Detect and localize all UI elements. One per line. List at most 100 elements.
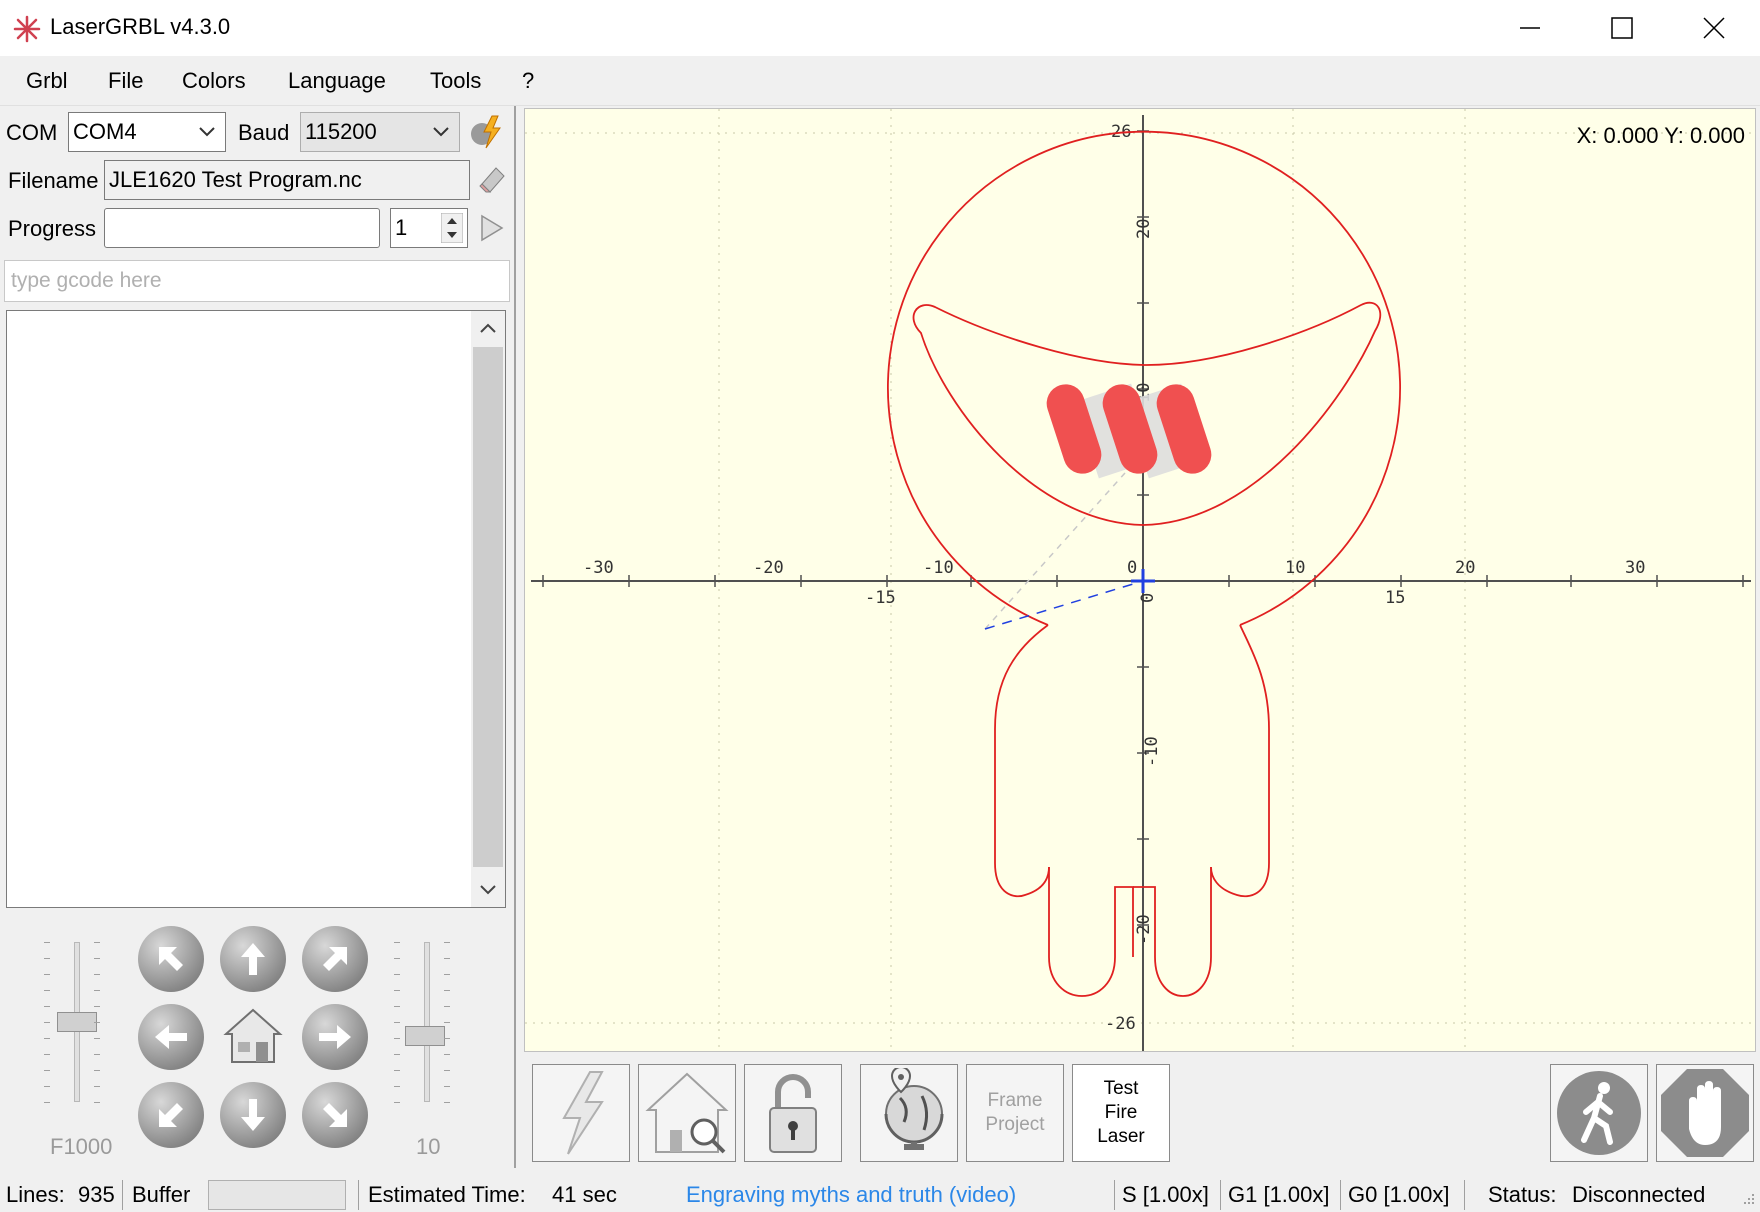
slider-tick	[444, 1006, 450, 1007]
jog-down-left-button[interactable]	[138, 1082, 204, 1148]
slider-tick	[94, 990, 100, 991]
run-button[interactable]	[476, 210, 506, 246]
chevron-down-icon	[480, 885, 496, 895]
lines-label: Lines:	[6, 1182, 65, 1207]
menu-grbl[interactable]: Grbl	[26, 68, 68, 94]
menu-help[interactable]: ?	[522, 68, 534, 94]
preview-canvas[interactable]: -30 -20 -10 0 10 20 30 -15 15 26 20 10 0…	[524, 108, 1756, 1052]
x-tick-label: 0	[1127, 558, 1137, 578]
slider-tick	[444, 942, 450, 943]
estimated-time-label: Estimated Time:	[368, 1182, 526, 1207]
console-scrollbar[interactable]	[471, 311, 505, 907]
y-tick-label: -26	[1105, 1014, 1136, 1034]
com-value: COM4	[73, 119, 137, 144]
jog-up-right-button[interactable]	[302, 926, 368, 992]
g1-override[interactable]: G1 [1.00x]	[1228, 1182, 1330, 1208]
slider-tick	[444, 958, 450, 959]
slider-tick	[444, 974, 450, 975]
lines-value: 935	[78, 1182, 115, 1207]
jog-left-button[interactable]	[138, 1004, 204, 1070]
slider-tick	[44, 1038, 50, 1039]
maximize-button[interactable]	[1576, 0, 1668, 56]
slider-tick	[394, 1022, 400, 1023]
menu-language[interactable]: Language	[288, 68, 386, 94]
stop-button[interactable]	[1656, 1064, 1754, 1162]
step-slider[interactable]	[405, 1026, 445, 1046]
gcode-input[interactable]	[4, 260, 510, 302]
connect-lightning-icon	[471, 115, 501, 149]
frame-project-button[interactable]: Frame Project	[966, 1064, 1064, 1162]
jog-down-right-button[interactable]	[302, 1082, 368, 1148]
slider-tick	[394, 1102, 400, 1103]
test-fire-laser-button[interactable]: Test Fire Laser	[1072, 1064, 1170, 1162]
repeat-spinner[interactable]: 1	[390, 208, 468, 248]
slider-tick	[444, 1038, 450, 1039]
slider-tick	[44, 942, 50, 943]
minimize-button[interactable]	[1484, 0, 1576, 56]
slider-tick	[94, 974, 100, 975]
slider-tick	[44, 958, 50, 959]
globe-location-icon	[884, 1068, 944, 1150]
slider-tick	[394, 1086, 400, 1087]
resize-grip-icon[interactable]	[1738, 1192, 1756, 1210]
slider-tick	[94, 1070, 100, 1071]
scrollbar-thumb[interactable]	[473, 347, 503, 867]
reset-button[interactable]	[532, 1064, 630, 1162]
menu-file[interactable]: File	[108, 68, 143, 94]
slider-tick	[394, 1054, 400, 1055]
divider	[1340, 1180, 1341, 1210]
jog-up-left-button[interactable]	[138, 926, 204, 992]
progress-label: Progress	[8, 216, 97, 241]
homing-button[interactable]	[638, 1064, 736, 1162]
jog-right-button[interactable]	[302, 1004, 368, 1070]
slider-tick	[94, 1022, 100, 1023]
slider-tick	[444, 1086, 450, 1087]
main-window: LaserGRBL v4.3.0 Grbl File Colors Langua…	[0, 0, 1760, 1212]
x-tick-label: -15	[865, 588, 896, 608]
slider-tick	[94, 958, 100, 959]
close-button[interactable]	[1668, 0, 1760, 56]
filename-label: Filename	[8, 168, 99, 193]
unlock-button[interactable]	[744, 1064, 842, 1162]
slider-tick	[94, 1102, 100, 1103]
slider-tick	[94, 942, 100, 943]
slider-tick	[44, 1022, 50, 1023]
baud-select[interactable]: 115200	[300, 112, 460, 152]
jog-up-button[interactable]	[220, 926, 286, 992]
connect-button[interactable]	[466, 114, 506, 150]
arrow-up-right-icon	[323, 947, 347, 971]
axes	[531, 115, 1751, 1051]
slider-tick	[394, 974, 400, 975]
arrow-down-right-icon	[323, 1103, 347, 1127]
slider-tick	[394, 1006, 400, 1007]
chevron-down-icon	[199, 127, 215, 137]
left-panel: COM COM4 Baud 115200 Filename JLE1620 Te…	[0, 106, 516, 1168]
engraving-myths-link[interactable]: Engraving myths and truth (video)	[686, 1182, 1016, 1208]
g0-override[interactable]: G0 [1.00x]	[1348, 1182, 1450, 1208]
home-icon	[223, 1008, 283, 1063]
jog-home-button[interactable]	[220, 1004, 286, 1070]
open-file-button[interactable]	[476, 162, 508, 196]
arrow-right-icon	[319, 1025, 351, 1049]
com-select[interactable]: COM4	[68, 112, 226, 152]
speed-label: F1000	[50, 1134, 113, 1159]
speed-slider[interactable]	[57, 1012, 97, 1032]
slider-tick	[44, 1086, 50, 1087]
x-tick-label: -30	[583, 558, 614, 578]
x-tick-label: -10	[923, 558, 954, 578]
arrow-left-icon	[155, 1025, 187, 1049]
y-tick-label: 0	[1138, 593, 1158, 603]
jog-down-button[interactable]	[220, 1082, 286, 1148]
menu-tools[interactable]: Tools	[430, 68, 481, 94]
chevron-up-icon	[480, 323, 496, 333]
engraving-fill	[1046, 383, 1212, 479]
x-tick-label: 15	[1385, 588, 1405, 608]
arrow-up-icon	[241, 943, 265, 975]
slider-tick	[94, 1006, 100, 1007]
s-override[interactable]: S [1.00x]	[1122, 1182, 1209, 1208]
resume-button[interactable]	[1550, 1064, 1648, 1162]
home-search-icon	[645, 1072, 729, 1154]
set-origin-button[interactable]	[860, 1064, 958, 1162]
status-label: Status:	[1488, 1182, 1557, 1207]
menu-colors[interactable]: Colors	[182, 68, 246, 94]
